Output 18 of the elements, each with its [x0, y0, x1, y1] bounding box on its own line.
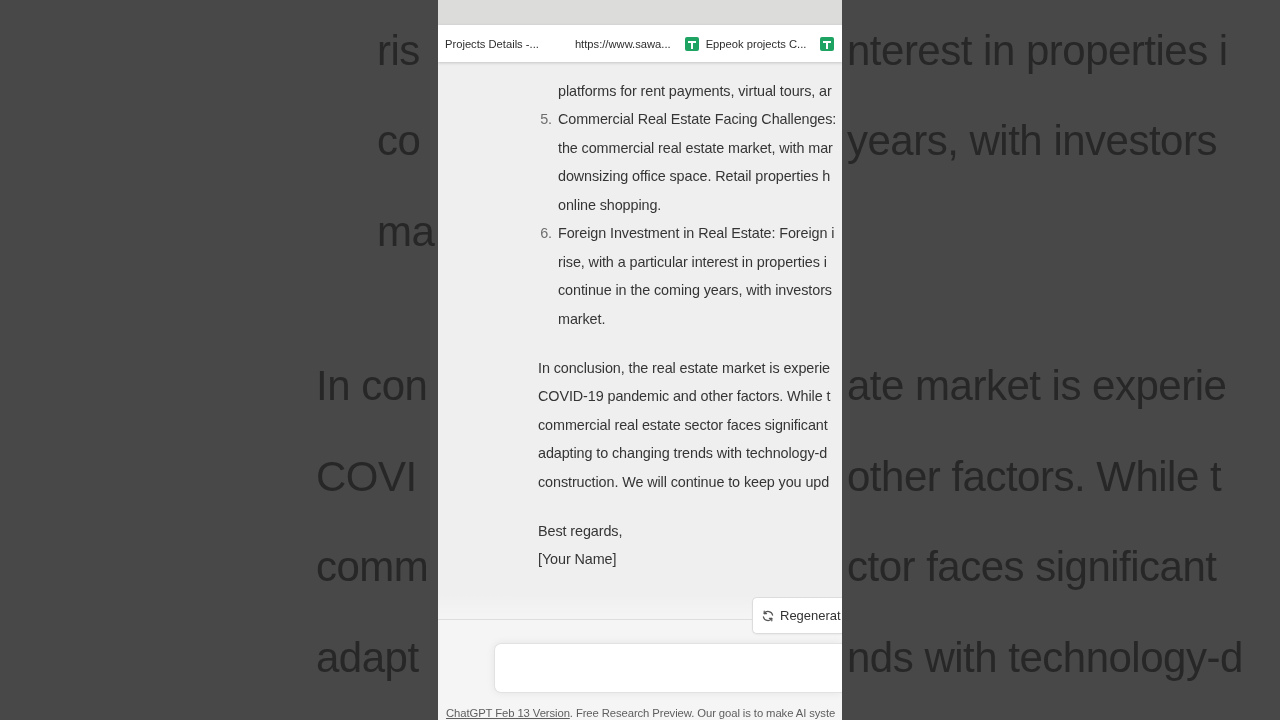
list-item-text: platforms for rent payments, virtual tours, ar — [558, 81, 832, 101]
list-item-text: Foreign Investment in Real Estate: Foreign i rise, with a particular interest in properties i continue in the coming years, with investors market. — [558, 224, 835, 329]
version-link[interactable]: ChatGPT Feb 13 Version — [446, 707, 570, 720]
bookmark-link[interactable]: Projects Details -... — [445, 35, 539, 52]
regenerate-button[interactable]: Regenerat — [752, 597, 842, 635]
bookmark-link[interactable]: https://www.sawa... — [574, 35, 671, 52]
message-input[interactable] — [494, 643, 842, 694]
footer-text: ChatGPT Feb 13 Version. Free Research Preview. Our goal is to make AI syste — [446, 706, 837, 720]
refresh-icon — [762, 609, 774, 622]
list-number: 5. — [540, 111, 552, 128]
list-number: 6. — [540, 225, 552, 242]
paragraph-text: Best regards, [Your Name] — [538, 521, 624, 570]
list-item-text: Commercial Real Estate Facing Challenges: the commercial real estate market, with mar downsizing office space. Retail properties h online shopping. — [558, 110, 837, 215]
bookmark-link[interactable]: Eppeok projects C... — [684, 35, 807, 52]
paragraph-text: In conclusion, the real estate market is experie COVID-19 pandemic and other factors. While t commercial real estate sector faces significant adapting to changing trends with technology-d construction. We will continue to keep you upd — [538, 358, 832, 492]
spreadsheet-icon — [684, 36, 699, 51]
spreadsheet-icon — [820, 36, 835, 51]
bookmark-link[interactable] — [820, 36, 835, 51]
